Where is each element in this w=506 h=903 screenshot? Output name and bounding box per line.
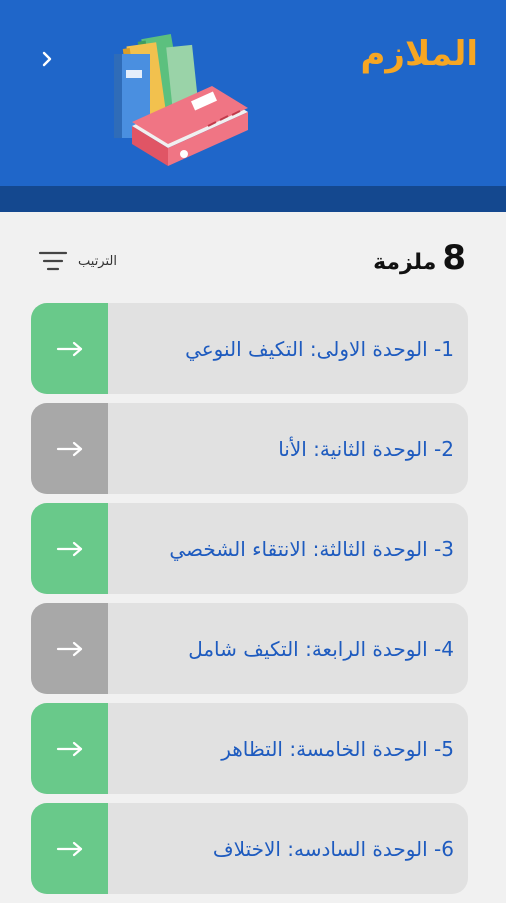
- list-item[interactable]: 4- الوحدة الرابعة: التكيف شامل: [31, 603, 468, 694]
- arrow-right-icon: [56, 741, 82, 756]
- arrow-right-icon: [56, 341, 82, 356]
- open-button[interactable]: [31, 603, 108, 694]
- sort-icon: [38, 251, 68, 271]
- header-band: [0, 186, 506, 212]
- list-item[interactable]: 5- الوحدة الخامسة: التظاهر: [31, 703, 468, 794]
- arrow-right-icon: [56, 541, 82, 556]
- back-button[interactable]: [30, 42, 64, 76]
- app-header: [0, 0, 506, 186]
- arrow-right-icon: [56, 841, 82, 856]
- list-item[interactable]: 6- الوحدة السادسه: الاختلاف: [31, 803, 468, 894]
- list-item[interactable]: 3- الوحدة الثالثة: الانتقاء الشخصي: [31, 503, 468, 594]
- list-item-label: 6- الوحدة السادسه: الاختلاف: [212, 836, 454, 861]
- count-label: ملزمة: [373, 250, 437, 275]
- arrow-right-icon: [56, 441, 82, 456]
- open-button[interactable]: [31, 503, 108, 594]
- sort-label: الترتيب: [78, 253, 117, 269]
- open-button[interactable]: [31, 303, 108, 394]
- list-item-label: 4- الوحدة الرابعة: التكيف شامل: [188, 636, 454, 661]
- list-item-label: 5- الوحدة الخامسة: التظاهر: [221, 736, 454, 761]
- open-button[interactable]: [31, 703, 108, 794]
- list-item[interactable]: 2- الوحدة الثانية: الأنا: [31, 403, 468, 494]
- files-list: 1- الوحدة الاولى: التكيف النوعي 2- الوحدة…: [31, 303, 468, 903]
- open-button[interactable]: [31, 403, 108, 494]
- arrow-right-icon: [56, 641, 82, 656]
- books-illustration: [114, 34, 248, 166]
- page-title: الملازم: [360, 34, 478, 74]
- list-item-label: 2- الوحدة الثانية: الأنا: [278, 436, 454, 461]
- list-item[interactable]: 1- الوحدة الاولى: التكيف النوعي: [31, 303, 468, 394]
- open-button[interactable]: [31, 803, 108, 894]
- list-item-label: 1- الوحدة الاولى: التكيف النوعي: [185, 336, 454, 361]
- list-item-label: 3- الوحدة الثالثة: الانتقاء الشخصي: [169, 536, 454, 561]
- sort-button[interactable]: الترتيب: [38, 250, 117, 272]
- count-number: 8: [442, 238, 466, 278]
- files-count: 8 ملزمة: [373, 238, 466, 278]
- chevron-icon: [42, 51, 52, 67]
